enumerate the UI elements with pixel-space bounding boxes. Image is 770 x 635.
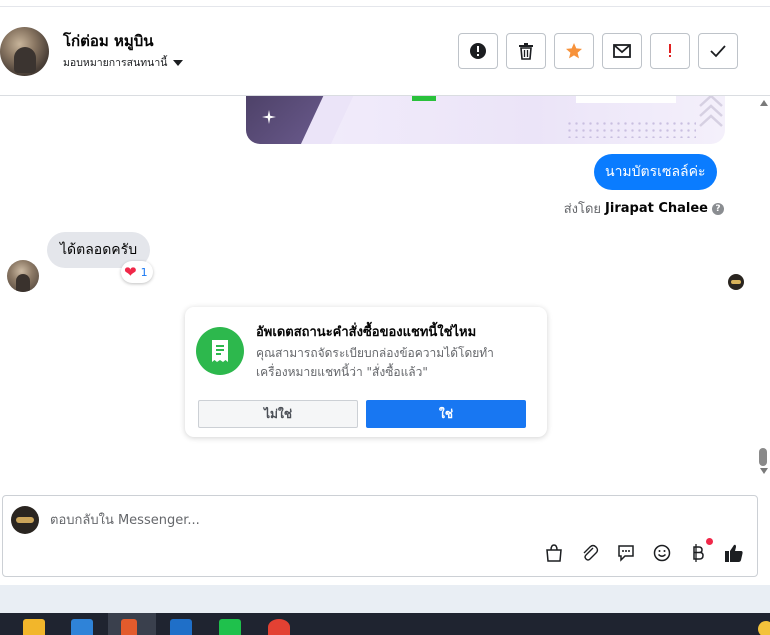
sparkle-icon (262, 110, 276, 124)
desktop-strip (0, 585, 770, 613)
store-icon[interactable] (71, 619, 93, 635)
heart-icon: ❤ (124, 262, 137, 281)
star-icon (566, 43, 582, 59)
business-card-image[interactable] (246, 96, 725, 144)
paperclip-icon (583, 544, 599, 561)
thread-scrollbar[interactable] (757, 96, 770, 480)
sent-by-prefix: ส่งโดย (563, 202, 602, 217)
tray-notification-icon[interactable] (758, 621, 770, 635)
emoji-icon (653, 544, 671, 562)
shop-button[interactable] (544, 543, 564, 563)
spam-button[interactable] (458, 33, 498, 69)
no-button[interactable]: ไม่ใช่ (198, 400, 358, 428)
follow-up-button[interactable] (650, 33, 690, 69)
file-explorer-icon[interactable] (23, 619, 45, 635)
banner-white-bar (576, 96, 676, 103)
baht-icon (693, 544, 704, 562)
star-button[interactable] (554, 33, 594, 69)
banner-green-block (412, 96, 436, 101)
alert-circle-icon (470, 43, 486, 59)
scroll-thumb[interactable] (759, 448, 767, 466)
chevron-stack-icon (699, 96, 723, 127)
receipt-icon (196, 327, 244, 375)
chevron-down-icon (173, 59, 184, 66)
chrome-icon[interactable] (268, 619, 290, 635)
scroll-down-arrow[interactable] (760, 468, 768, 474)
seen-indicator-avatar (728, 274, 744, 290)
outlook-icon[interactable] (170, 619, 192, 635)
mark-unread-button[interactable] (602, 33, 642, 69)
notification-dot (706, 538, 713, 545)
page-avatar (11, 506, 39, 534)
windows-taskbar (0, 613, 770, 635)
sent-by-line: ส่งโดย Jirapat Chalee ? (564, 198, 724, 219)
conversation-header: โก่ต่อม หมูบิน มอบหมายการสนทนานี้ (0, 7, 770, 96)
delete-button[interactable] (506, 33, 546, 69)
line-icon[interactable] (219, 619, 241, 635)
like-button[interactable] (724, 543, 744, 563)
reply-input[interactable] (50, 511, 650, 529)
composer-toolbar (544, 538, 744, 563)
reaction-count: 1 (140, 265, 148, 279)
assign-conversation-dropdown[interactable]: มอบหมายการสนทนานี้ (63, 54, 184, 71)
outgoing-message-bubble[interactable]: นามบัตรเซลล์ค่ะ (594, 154, 717, 190)
conversation-toolbar (458, 33, 738, 69)
banner-dot-pattern (566, 120, 696, 138)
scroll-up-arrow[interactable] (760, 100, 768, 106)
messenger-inbox: โก่ต่อม หมูบิน มอบหมายการสนทนานี้ นามบัต… (0, 0, 770, 635)
attach-button[interactable] (580, 543, 600, 563)
payment-button[interactable] (688, 538, 713, 563)
message-thread[interactable]: นามบัตรเซลล์ค่ะ ส่งโดย Jirapat Chalee ? … (0, 96, 770, 492)
app-icon[interactable] (121, 619, 137, 635)
done-button[interactable] (698, 33, 738, 69)
envelope-icon (613, 44, 631, 58)
contact-name[interactable]: โก่ต่อม หมูบิน (63, 29, 154, 53)
assign-label: มอบหมายการสนทนานี้ (63, 57, 168, 69)
contact-avatar-small[interactable] (7, 260, 39, 292)
saved-replies-button[interactable] (616, 543, 636, 563)
emoji-button[interactable] (652, 543, 672, 563)
card-title: อัพเดตสถานะคำสั่งซื้อของแชทนี้ใช่ไหม (256, 325, 477, 340)
banner-dark-shape (246, 96, 328, 144)
contact-avatar[interactable] (0, 27, 49, 76)
shopping-bag-icon (546, 544, 562, 562)
sender-name: Jirapat Chalee (605, 201, 708, 216)
yes-button[interactable]: ใช่ (366, 400, 526, 428)
check-icon (710, 45, 726, 58)
reply-composer (2, 495, 758, 577)
exclamation-icon (669, 44, 671, 57)
order-status-card: อัพเดตสถานะคำสั่งซื้อของแชทนี้ใช่ไหม คุณ… (185, 307, 547, 437)
trash-icon (519, 43, 533, 60)
card-body: คุณสามารถจัดระเบียบกล่องข้อความได้โดยทำเ… (256, 346, 494, 379)
like-icon (725, 544, 743, 562)
reaction-badge[interactable]: ❤ 1 (121, 261, 153, 283)
help-icon[interactable]: ? (712, 202, 724, 215)
saved-replies-icon (618, 545, 634, 562)
